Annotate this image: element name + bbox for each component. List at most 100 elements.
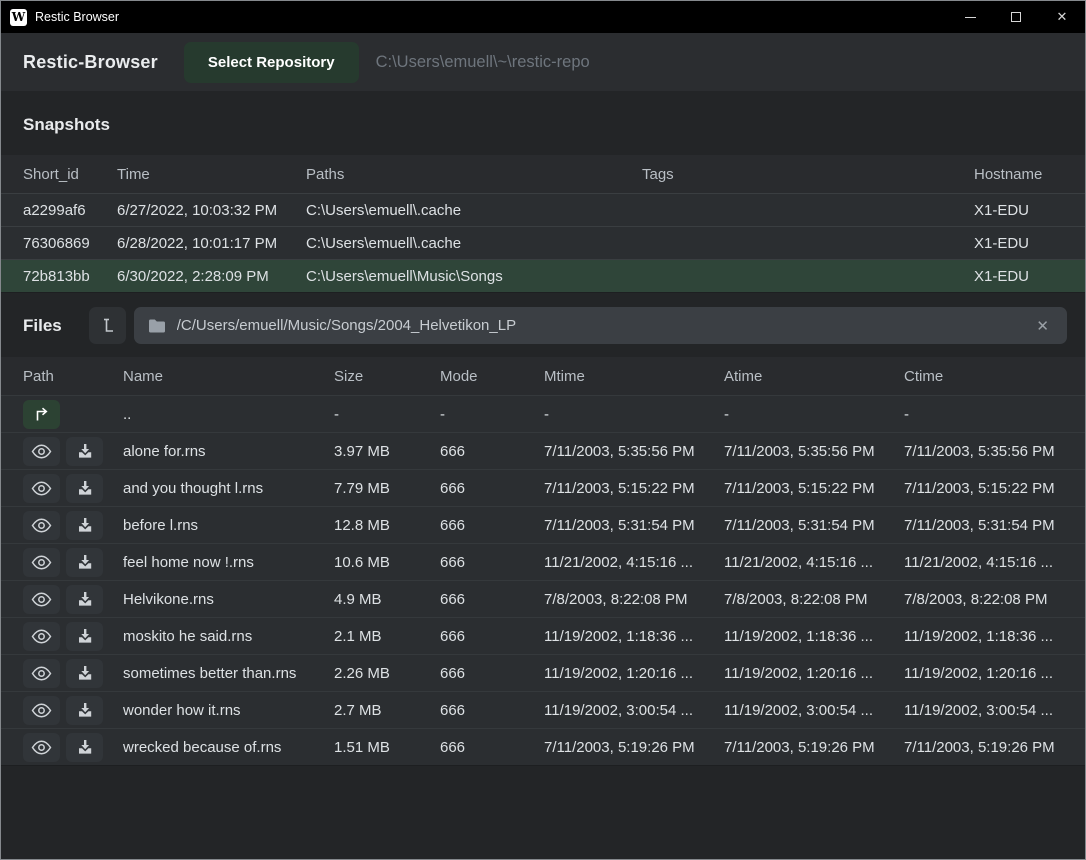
preview-button[interactable]: [23, 585, 60, 614]
app-logo-icon: W: [10, 9, 27, 26]
file-atime: 11/19/2002, 1:18:36 ...: [724, 628, 904, 645]
file-ctime: 7/11/2003, 5:31:54 PM: [904, 517, 1063, 534]
file-size: 2.7 MB: [334, 702, 440, 719]
preview-button[interactable]: [23, 437, 60, 466]
snapshot-hostname: X1-EDU: [974, 235, 1063, 252]
download-icon: [77, 591, 93, 607]
file-row: feel home now !.rns10.6 MB66611/21/2002,…: [1, 543, 1085, 580]
breadcrumb-close-icon[interactable]: ✕: [1032, 315, 1053, 337]
go-parent-button[interactable]: [23, 400, 60, 429]
download-icon: [77, 665, 93, 681]
maximize-button[interactable]: [993, 1, 1039, 33]
snapshots-heading: Snapshots: [1, 91, 1085, 155]
file-mode: 666: [440, 591, 544, 608]
file-actions: [23, 511, 123, 540]
minimize-icon: [965, 17, 976, 18]
download-button[interactable]: [66, 696, 103, 725]
eye-icon: [31, 444, 52, 459]
download-button[interactable]: [66, 622, 103, 651]
col-paths: Paths: [306, 166, 642, 183]
snapshot-time: 6/27/2022, 10:03:32 PM: [117, 202, 306, 219]
file-size: 4.9 MB: [334, 591, 440, 608]
download-button[interactable]: [66, 437, 103, 466]
file-mode: -: [440, 406, 544, 423]
file-size: 10.6 MB: [334, 554, 440, 571]
minimize-button[interactable]: [947, 1, 993, 33]
download-button[interactable]: [66, 474, 103, 503]
file-atime: 7/11/2003, 5:19:26 PM: [724, 739, 904, 756]
file-atime: 7/11/2003, 5:31:54 PM: [724, 517, 904, 534]
preview-button[interactable]: [23, 733, 60, 762]
snapshot-row[interactable]: 72b813bb6/30/2022, 2:28:09 PMC:\Users\em…: [1, 259, 1085, 292]
breadcrumb-path: /C/Users/emuell/Music/Songs/2004_Helveti…: [177, 317, 516, 334]
download-button[interactable]: [66, 511, 103, 540]
download-button[interactable]: [66, 659, 103, 688]
download-icon: [77, 628, 93, 644]
file-atime: 7/11/2003, 5:15:22 PM: [724, 480, 904, 497]
eye-icon: [31, 666, 52, 681]
file-mtime: 11/19/2002, 1:20:16 ...: [544, 665, 724, 682]
file-mtime: 11/19/2002, 1:18:36 ...: [544, 628, 724, 645]
file-atime: 11/19/2002, 1:20:16 ...: [724, 665, 904, 682]
file-ctime: 7/11/2003, 5:35:56 PM: [904, 443, 1063, 460]
file-name: ..: [123, 406, 334, 423]
file-ctime: 11/19/2002, 1:18:36 ...: [904, 628, 1063, 645]
file-size: 2.26 MB: [334, 665, 440, 682]
file-mtime: 7/11/2003, 5:31:54 PM: [544, 517, 724, 534]
preview-button[interactable]: [23, 659, 60, 688]
file-mode: 666: [440, 628, 544, 645]
file-name: sometimes better than.rns: [123, 665, 334, 682]
files-table-header: Path Name Size Mode Mtime Atime Ctime: [1, 357, 1085, 395]
col-atime: Atime: [724, 368, 904, 385]
preview-button[interactable]: [23, 548, 60, 577]
close-button[interactable]: ✕: [1039, 1, 1085, 33]
preview-button[interactable]: [23, 511, 60, 540]
file-ctime: 7/11/2003, 5:19:26 PM: [904, 739, 1063, 756]
eye-icon: [31, 703, 52, 718]
app-header: Restic-Browser Select Repository C:\User…: [1, 33, 1085, 91]
snapshot-row[interactable]: a2299af66/27/2022, 10:03:32 PMC:\Users\e…: [1, 193, 1085, 226]
download-button[interactable]: [66, 585, 103, 614]
preview-button[interactable]: [23, 696, 60, 725]
file-actions: [23, 659, 123, 688]
col-mode: Mode: [440, 368, 544, 385]
breadcrumb[interactable]: /C/Users/emuell/Music/Songs/2004_Helveti…: [134, 307, 1067, 344]
snapshots-table-header: Short_id Time Paths Tags Hostname: [1, 155, 1085, 193]
file-size: 2.1 MB: [334, 628, 440, 645]
file-atime: 11/21/2002, 4:15:16 ...: [724, 554, 904, 571]
file-ctime: 7/11/2003, 5:15:22 PM: [904, 480, 1063, 497]
file-actions: [23, 437, 123, 466]
preview-button[interactable]: [23, 622, 60, 651]
file-mtime: 7/11/2003, 5:19:26 PM: [544, 739, 724, 756]
file-atime: -: [724, 406, 904, 423]
file-mtime: 7/8/2003, 8:22:08 PM: [544, 591, 724, 608]
snapshot-row[interactable]: 763068696/28/2022, 10:01:17 PMC:\Users\e…: [1, 226, 1085, 259]
file-actions: [23, 733, 123, 762]
file-ctime: 11/19/2002, 1:20:16 ...: [904, 665, 1063, 682]
file-row: alone for.rns3.97 MB6667/11/2003, 5:35:5…: [1, 432, 1085, 469]
download-icon: [77, 554, 93, 570]
file-mode: 666: [440, 480, 544, 497]
maximize-icon: [1011, 12, 1021, 22]
download-button[interactable]: [66, 733, 103, 762]
download-icon: [77, 443, 93, 459]
preview-button[interactable]: [23, 474, 60, 503]
tree-view-button[interactable]: [89, 307, 126, 344]
file-size: 3.97 MB: [334, 443, 440, 460]
snapshot-hostname: X1-EDU: [974, 202, 1063, 219]
download-button[interactable]: [66, 548, 103, 577]
snapshot-hostname: X1-EDU: [974, 268, 1063, 285]
files-table-body: ..-----alone for.rns3.97 MB6667/11/2003,…: [1, 395, 1085, 766]
file-mode: 666: [440, 665, 544, 682]
window-controls: ✕: [947, 1, 1085, 33]
snapshot-paths: C:\Users\emuell\Music\Songs: [306, 268, 642, 285]
select-repository-button[interactable]: Select Repository: [184, 42, 359, 83]
snapshot-time: 6/30/2022, 2:28:09 PM: [117, 268, 306, 285]
file-mode: 666: [440, 554, 544, 571]
file-mtime: 7/11/2003, 5:15:22 PM: [544, 480, 724, 497]
file-actions: [23, 696, 123, 725]
snapshot-short-id: a2299af6: [23, 202, 117, 219]
file-actions: [23, 548, 123, 577]
file-mode: 666: [440, 517, 544, 534]
titlebar: W Restic Browser ✕: [1, 1, 1085, 33]
